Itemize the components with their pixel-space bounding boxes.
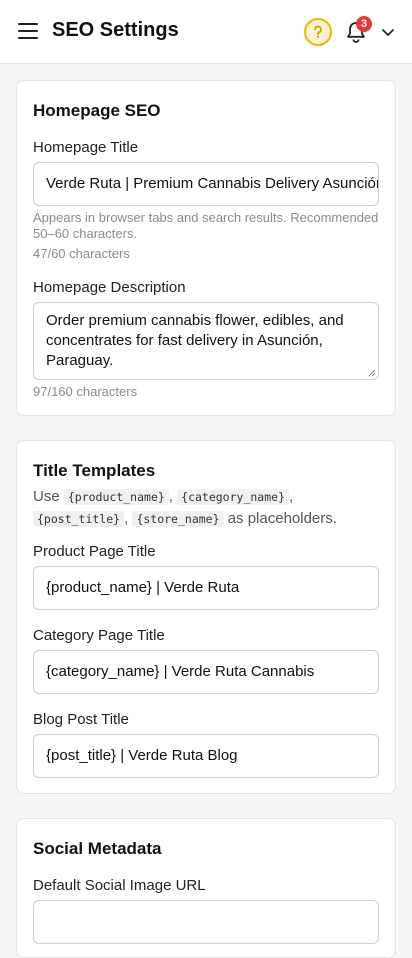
menu-icon[interactable] xyxy=(18,23,38,41)
homepage-title-char-count: 47/60 characters xyxy=(33,246,130,261)
placeholder-post-title: {post_title} xyxy=(33,511,125,527)
homepage-description-text: Order premium cannabis flower, edibles, … xyxy=(46,312,344,369)
title-templates-card: Title Templates Use {product_name}, {cat… xyxy=(16,440,396,794)
homepage-description-char-count: 97/160 characters xyxy=(33,384,138,399)
social-image-url-label: Default Social Image URL xyxy=(33,877,206,894)
homepage-title-hint: Appears in browser tabs and search resul… xyxy=(33,210,379,241)
homepage-description-label: Homepage Description xyxy=(33,279,186,296)
blog-post-title-label: Blog Post Title xyxy=(33,711,129,728)
category-page-title-label: Category Page Title xyxy=(33,627,165,644)
homepage-description-textarea[interactable]: Order premium cannabis flower, edibles, … xyxy=(33,302,379,380)
social-metadata-card: Social Metadata Default Social Image URL xyxy=(16,818,396,958)
homepage-seo-card: Homepage SEO Homepage Title Verde Ruta |… xyxy=(16,80,396,416)
separator: , xyxy=(124,510,129,527)
product-page-title-label: Product Page Title xyxy=(33,543,156,560)
chevron-down-icon[interactable] xyxy=(380,25,396,39)
blog-post-title-input[interactable]: {post_title} | Verde Ruta Blog xyxy=(33,734,379,778)
question-mark-icon xyxy=(314,25,322,39)
separator: , xyxy=(289,488,294,505)
notification-badge: 3 xyxy=(356,16,372,32)
section-title: Homepage SEO xyxy=(33,101,161,120)
placeholder-store-name: {store_name} xyxy=(132,511,224,527)
placeholder-product-name: {product_name} xyxy=(63,489,169,505)
category-page-title-input[interactable]: {category_name} | Verde Ruta Cannabis xyxy=(33,650,379,694)
desc-prefix: Use xyxy=(33,488,60,505)
resize-handle-icon[interactable] xyxy=(368,369,376,377)
homepage-title-label: Homepage Title xyxy=(33,139,139,156)
social-image-url-input[interactable] xyxy=(33,900,379,944)
page-title: SEO Settings xyxy=(52,19,179,41)
placeholders-description: Use {product_name}, {category_name}, {po… xyxy=(33,486,383,530)
placeholder-category-name: {category_name} xyxy=(177,489,289,505)
section-title: Title Templates xyxy=(33,461,156,480)
homepage-title-input[interactable]: Verde Ruta | Premium Cannabis Delivery A… xyxy=(33,162,379,206)
desc-suffix: as placeholders. xyxy=(227,510,337,527)
top-bar: SEO Settings 3 xyxy=(0,0,412,64)
separator: , xyxy=(168,488,173,505)
product-page-title-input[interactable]: {product_name} | Verde Ruta xyxy=(33,566,379,610)
section-title: Social Metadata xyxy=(33,839,162,858)
help-icon[interactable] xyxy=(304,18,332,46)
